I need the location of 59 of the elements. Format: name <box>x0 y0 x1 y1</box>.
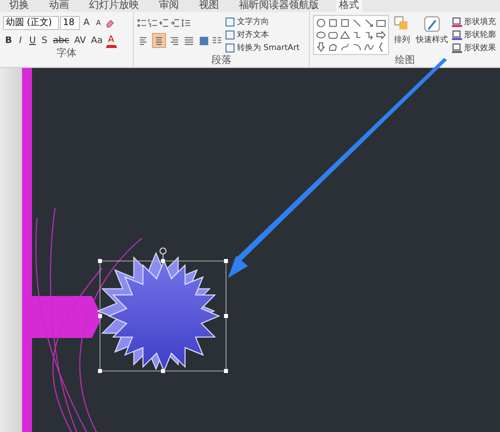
ribbon-tab[interactable]: 切换 <box>6 0 32 12</box>
shape-outline-button[interactable]: 形状轮廓 <box>452 28 496 41</box>
align-distribute-icon[interactable] <box>199 36 209 46</box>
align-center-icon[interactable] <box>154 36 164 46</box>
bullet-list-icon[interactable] <box>137 18 147 28</box>
arrange-button[interactable]: 排列 <box>392 15 412 55</box>
format-button[interactable]: B <box>3 33 14 48</box>
curve-shape-icon[interactable] <box>364 42 374 52</box>
roundrect-shape-icon[interactable] <box>328 30 338 40</box>
quick-styles-icon <box>423 15 441 33</box>
decrease-indent-icon[interactable] <box>159 18 169 28</box>
format-button[interactable]: abc <box>51 33 72 48</box>
group-label: 字体 <box>56 48 76 60</box>
format-button[interactable]: AV <box>72 33 88 48</box>
text-command[interactable]: 转换为 SmartArt <box>225 41 300 54</box>
blockarrow-shape-icon[interactable] <box>376 30 386 40</box>
shape-fill-button[interactable]: 形状填充 <box>452 15 496 28</box>
format-button[interactable]: Aa <box>88 33 105 48</box>
align-justify-icon[interactable] <box>184 36 194 46</box>
group-label: 段落 <box>212 55 232 67</box>
arrowline-shape-icon[interactable] <box>364 18 374 28</box>
shape-fill-icon <box>452 16 462 26</box>
numbered-list-icon[interactable] <box>148 18 158 28</box>
increase-indent-icon[interactable] <box>170 18 180 28</box>
format-button[interactable]: U <box>27 33 38 48</box>
triangle-shape-icon[interactable] <box>340 30 350 40</box>
ribbon-tab[interactable]: 动画 <box>46 0 72 12</box>
freeform-shape-icon[interactable] <box>328 42 338 52</box>
format-button[interactable]: S <box>39 33 50 48</box>
shape-effects-icon <box>452 42 462 52</box>
tab-shape <box>32 296 102 338</box>
columns-icon[interactable] <box>212 36 222 46</box>
align-left-icon[interactable] <box>139 36 149 46</box>
text-command[interactable]: 文字方向 <box>225 15 300 28</box>
elbow-shape-icon[interactable] <box>352 30 362 40</box>
align-button[interactable] <box>152 33 166 48</box>
font-name-field[interactable]: 幼圆 (正文) <box>3 16 59 30</box>
font-color-button[interactable]: A <box>106 33 117 48</box>
clear-format-icon[interactable] <box>105 18 115 28</box>
quick-styles-button[interactable]: 快速样式 <box>415 15 449 55</box>
wave-shape-icon[interactable] <box>340 42 350 52</box>
align-right-icon[interactable] <box>169 36 179 46</box>
elbowarrow-shape-icon[interactable] <box>364 30 374 40</box>
shape-outline-icon <box>452 30 462 40</box>
oval-shape-icon[interactable] <box>316 30 326 40</box>
arc-shape-icon[interactable] <box>352 42 362 52</box>
line-spacing-icon[interactable] <box>181 18 191 28</box>
ribbon-tab[interactable]: 视图 <box>196 0 222 12</box>
format-button[interactable]: I <box>15 33 26 48</box>
ribbon-tab[interactable]: 格式 <box>336 0 362 12</box>
text-command[interactable]: 对齐文本 <box>225 28 300 41</box>
ribbon-tab[interactable]: 幻灯片放映 <box>86 0 142 12</box>
group-label: 绘图 <box>395 55 415 67</box>
downarrow-shape-icon[interactable] <box>316 42 326 52</box>
rect-shape-icon[interactable] <box>376 18 386 28</box>
shape-effects-button[interactable]: 形状效果 <box>452 41 496 54</box>
grow-font-button[interactable]: A <box>81 15 92 30</box>
font-size-field[interactable]: 18 <box>60 16 80 30</box>
line-shape-icon[interactable] <box>352 18 362 28</box>
